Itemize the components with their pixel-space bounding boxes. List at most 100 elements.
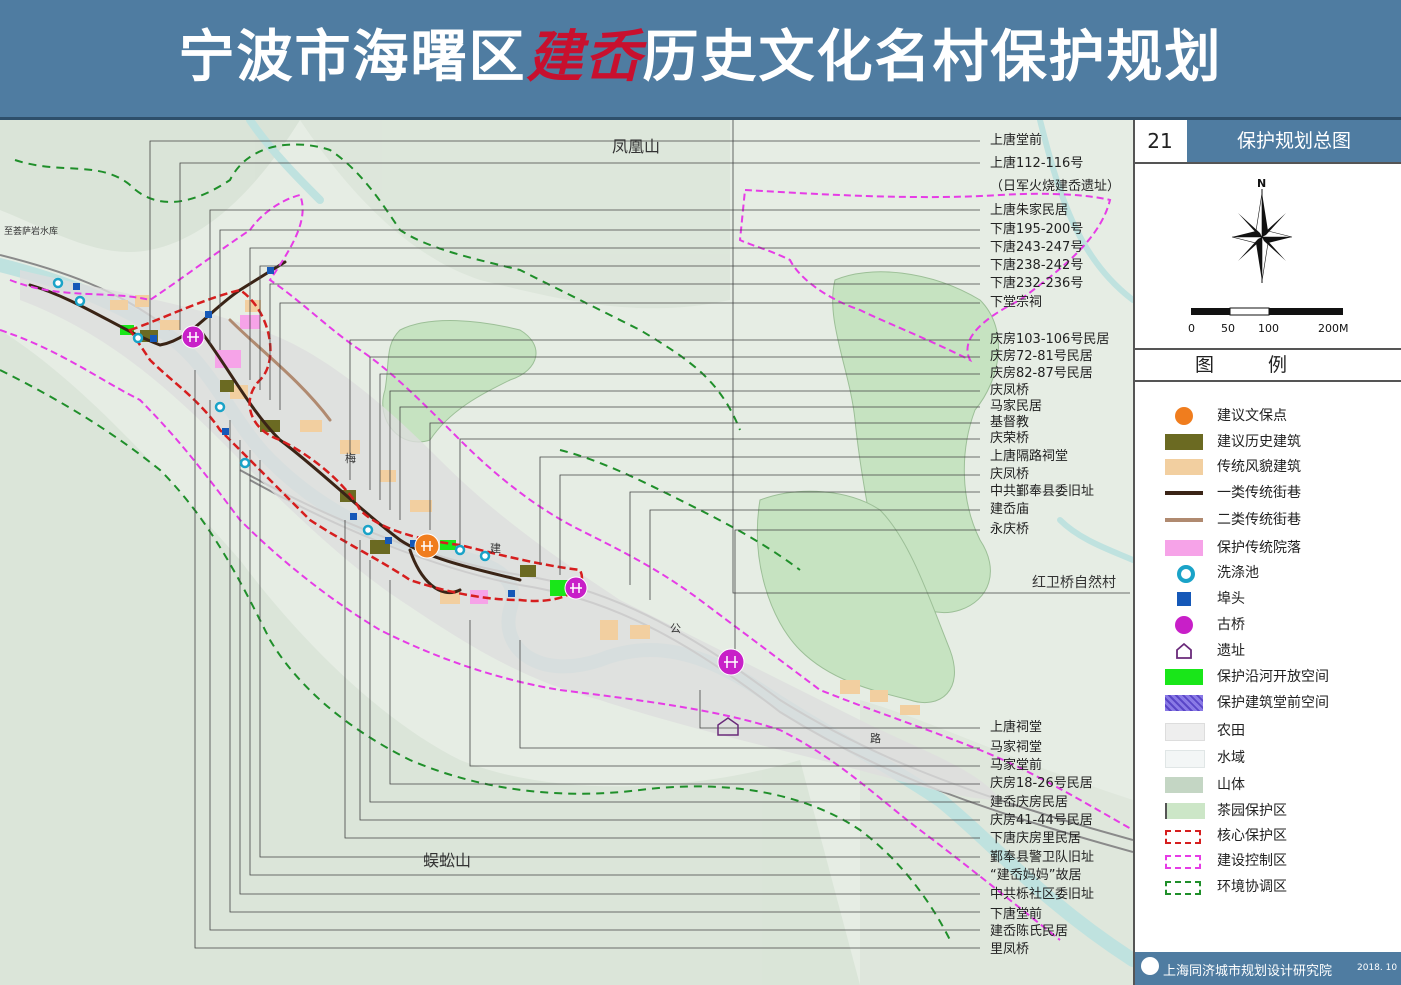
callout-label: 下唐堂前 (990, 907, 1043, 922)
map-canvas[interactable]: 凤凰山 蜈蚣山 至荟萨岩水库 红卫桥自然村 建 公 路 梅 上唐堂前 上唐112… (0, 120, 1133, 985)
callout-label: 庆房18-26号民居 (990, 776, 1093, 791)
callout-label: （日军火烧建岙遗址） (990, 179, 1121, 194)
callout-label: 庆荣桥 (990, 431, 1030, 446)
callout-label: 中共鄞奉县委旧址 (990, 484, 1095, 499)
legend-label: 二类传统街巷 (1217, 512, 1301, 528)
label-hongweiqiao-village: 红卫桥自然村 (1032, 575, 1116, 591)
north-label: N (1257, 177, 1266, 190)
callout-label: 庆房82-87号民居 (990, 366, 1093, 381)
tea-garden-swatch (1165, 803, 1205, 819)
traditional-building-swatch (1165, 459, 1203, 475)
legend-label: 茶园保护区 (1217, 803, 1287, 819)
cultural-relic-icon (1175, 407, 1193, 425)
callout-label: 基督教 (990, 415, 1030, 430)
sheet-name: 保护规划总图 (1187, 120, 1401, 162)
label-phoenix-mountain: 凤凰山 (612, 137, 661, 156)
farmland-swatch (1165, 723, 1205, 741)
legend-label: 水域 (1217, 750, 1245, 766)
callout-label: 上唐112-116号 (990, 156, 1084, 171)
callout-label: “建岙妈妈”故居 (990, 868, 1082, 883)
front-space-swatch (1165, 695, 1203, 711)
callout-label: 庆凤桥 (990, 467, 1030, 482)
label-road-char-1: 建 (490, 542, 501, 555)
pier-icon (1177, 592, 1191, 606)
legend-label: 建设控制区 (1217, 853, 1287, 869)
legend-label: 古桥 (1217, 617, 1245, 633)
label-reservoir-road: 至荟萨岩水库 (4, 227, 59, 237)
north-arrow: N (1225, 175, 1303, 291)
plan-date: 2018. 10 (1357, 963, 1398, 973)
callout-label: 马家民居 (990, 399, 1043, 414)
coordination-zone-swatch (1165, 881, 1201, 895)
mountain-swatch (1165, 777, 1203, 793)
label-centipede-mountain: 蜈蚣山 (423, 851, 472, 870)
water-swatch (1165, 750, 1205, 768)
class1-lane-swatch (1165, 491, 1203, 495)
side-panel: 21 保护规划总图 N 0 50 100 200M 图例 建议文保点 建议历史建… (1133, 120, 1401, 985)
legend-label: 农田 (1217, 723, 1245, 739)
institute-name: 上海同济城市规划设计研究院 (1163, 964, 1333, 979)
callout-label: 下唐庆房里民居 (990, 831, 1082, 846)
historic-building-swatch (1165, 434, 1203, 450)
callout-label: 马家祠堂 (990, 740, 1043, 755)
compass-icon: N (1231, 177, 1293, 283)
callout-label: 鄞奉县警卫队旧址 (990, 850, 1095, 865)
legend-label: 环境协调区 (1217, 879, 1287, 895)
callout-label: 庆房41-44号民居 (990, 813, 1093, 828)
footer: 上海同济城市规划设计研究院 2018. 10 (1135, 952, 1401, 985)
callout-label: 上唐堂前 (990, 133, 1043, 148)
title-village-name: 建岙 (526, 24, 643, 90)
washing-pool-icon (1177, 565, 1195, 583)
callout-label: 下唐232-236号 (990, 276, 1084, 291)
legend-label: 保护沿河开放空间 (1217, 669, 1329, 685)
callout-label: 建岙庙 (990, 502, 1030, 517)
institute-logo-icon (1141, 957, 1159, 975)
callout-label: 庆房72-81号民居 (990, 349, 1093, 364)
label-road-char-2: 公 (670, 622, 681, 635)
legend-label: 传统风貌建筑 (1217, 459, 1301, 475)
callout-label: 马家堂前 (990, 758, 1043, 773)
scale-tick-label: 100 (1258, 322, 1279, 335)
core-zone-swatch (1165, 830, 1201, 844)
legend-label: 保护建筑堂前空间 (1217, 695, 1329, 711)
callout-label: 庆房103-106号民居 (990, 332, 1110, 347)
scale-tick-label: 200M (1318, 322, 1349, 335)
legend-label: 山体 (1217, 777, 1245, 793)
riverside-space-swatch (1165, 669, 1203, 685)
scale-tick-label: 0 (1188, 322, 1195, 335)
control-zone-swatch (1165, 855, 1201, 869)
page-title: 宁波市海曙区建岙历史文化名村保护规划 (0, 22, 1401, 93)
sheet-header: 21 保护规划总图 (1135, 120, 1401, 164)
ancient-bridge-icon (1175, 616, 1193, 634)
callout-label: 下唐243-247号 (990, 240, 1084, 255)
callout-label: 永庆桥 (990, 522, 1030, 537)
title-suffix: 历史文化名村保护规划 (642, 25, 1223, 90)
map-drawing (0, 120, 1133, 985)
courtyard-swatch (1165, 540, 1203, 556)
legend-label: 建议历史建筑 (1217, 434, 1301, 450)
callout-label: 庆凤桥 (990, 383, 1030, 398)
scale-bar-graphic: 0 50 100 200M (1188, 307, 1349, 335)
callout-label: 建岙陈氏民居 (990, 924, 1069, 939)
legend-label: 一类传统街巷 (1217, 485, 1301, 501)
scale-tick-label: 50 (1221, 322, 1235, 335)
callout-label: 中共栎社区委旧址 (990, 887, 1095, 902)
callout-label: 建岙庆房民居 (990, 795, 1069, 810)
scale-bar: 0 50 100 200M (1185, 305, 1355, 345)
legend-label: 埠头 (1217, 591, 1245, 607)
label-road-char-3: 路 (870, 732, 881, 745)
callout-label: 上唐隔路祠堂 (990, 449, 1069, 464)
label-mei: 梅 (345, 452, 356, 465)
sheet-number: 21 (1147, 129, 1173, 153)
ruins-icon (1175, 642, 1193, 660)
callout-label: 下堂宗祠 (990, 295, 1043, 310)
legend-title: 图例 (1135, 348, 1401, 382)
title-prefix: 宁波市海曙区 (178, 25, 527, 90)
legend-label: 洗涤池 (1217, 565, 1259, 581)
legend-label: 核心保护区 (1217, 828, 1287, 844)
callout-label: 里凤桥 (990, 942, 1030, 957)
callout-label: 下唐238-242号 (990, 258, 1084, 273)
title-bar: 宁波市海曙区建岙历史文化名村保护规划 (0, 0, 1401, 120)
legend-label: 遗址 (1217, 643, 1245, 659)
callout-label: 上唐祠堂 (990, 720, 1043, 735)
